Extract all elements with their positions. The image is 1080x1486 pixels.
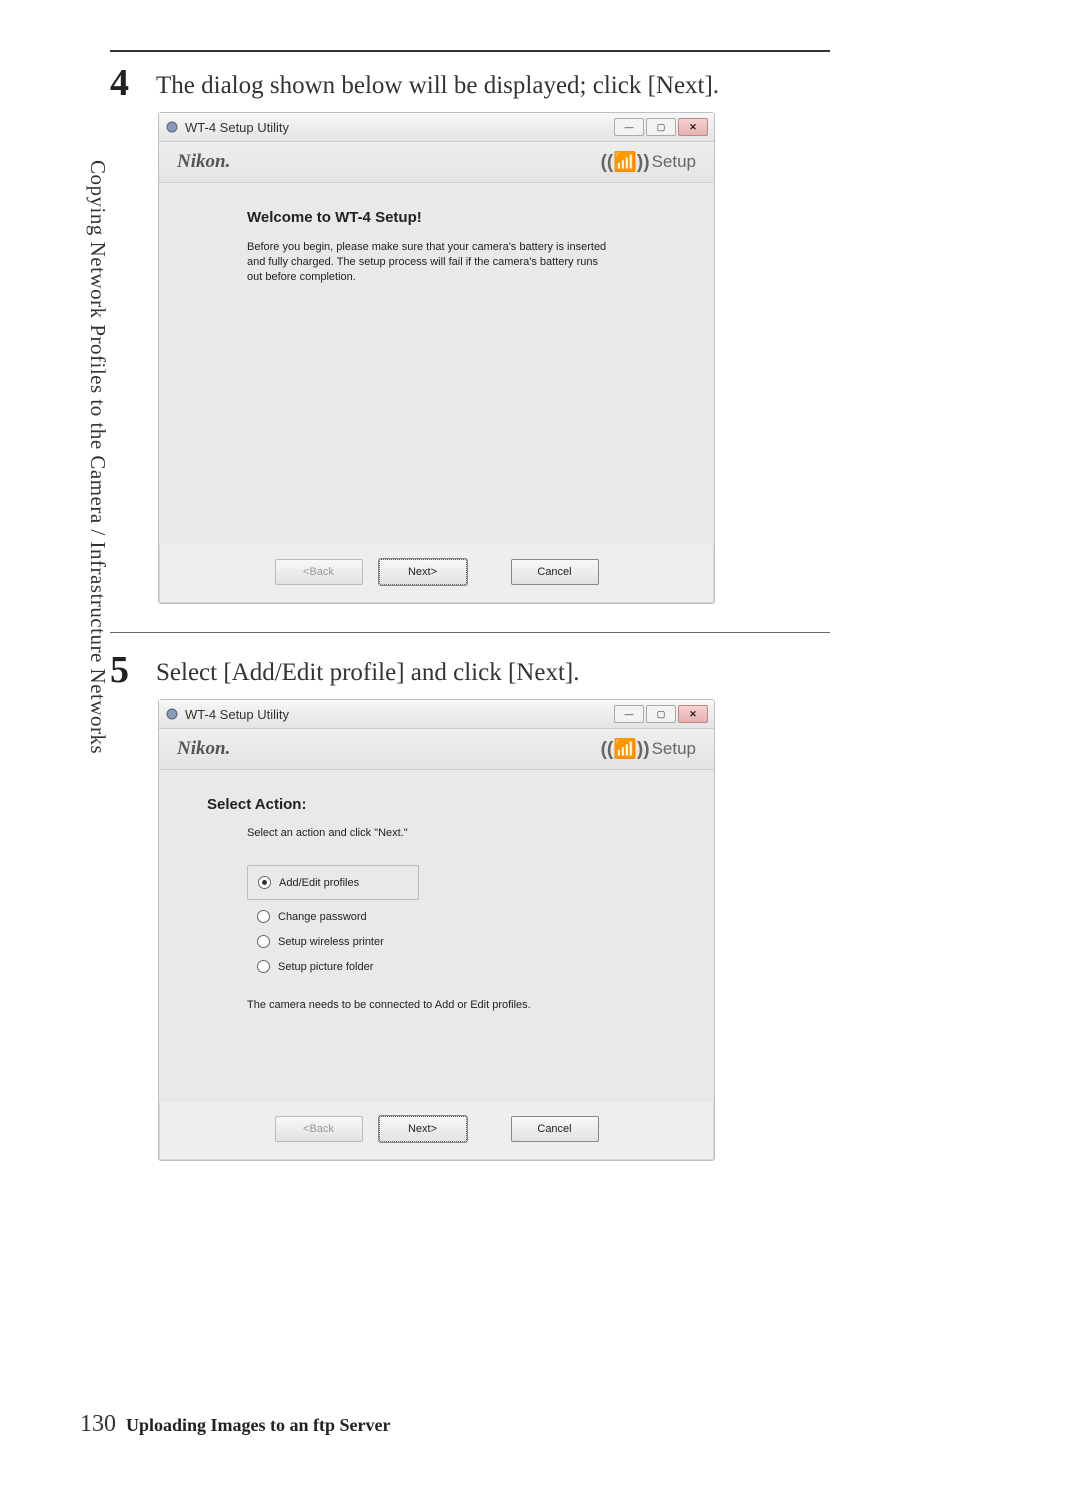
titlebar: WT-4 Setup Utility — ▢ ✕	[159, 113, 714, 142]
minimize-button[interactable]: —	[614, 705, 644, 723]
dialog-select-action: WT-4 Setup Utility — ▢ ✕ Nikon. ((📶)) Se…	[158, 699, 715, 1161]
close-button[interactable]: ✕	[678, 705, 708, 723]
step-5: 5 Select [Add/Edit profile] and click [N…	[110, 651, 830, 689]
back-button: <Back	[275, 1116, 363, 1142]
close-button[interactable]: ✕	[678, 118, 708, 136]
next-button[interactable]: Next>	[379, 1116, 467, 1142]
radio-icon	[257, 935, 270, 948]
maximize-button[interactable]: ▢	[646, 705, 676, 723]
radio-selected-frame: Add/Edit profiles	[247, 865, 419, 900]
radio-icon	[257, 960, 270, 973]
radio-setup-picture-folder[interactable]: Setup picture folder	[247, 954, 688, 979]
radio-add-edit-profiles[interactable]: Add/Edit profiles	[258, 876, 408, 889]
radio-icon	[258, 876, 271, 889]
radio-change-password[interactable]: Change password	[247, 904, 688, 929]
window-title: WT-4 Setup Utility	[185, 120, 608, 135]
setup-label: Setup	[652, 739, 696, 759]
button-row: <Back Next> Cancel	[159, 545, 714, 603]
radio-label: Setup wireless printer	[278, 936, 384, 948]
antenna-icon: ((📶))	[601, 150, 650, 174]
window-controls: — ▢ ✕	[614, 705, 708, 723]
page-footer: 130 Uploading Images to an ftp Server	[80, 1411, 391, 1438]
step-text-5: Select [Add/Edit profile] and click [Nex…	[156, 651, 579, 688]
radio-label: Setup picture folder	[278, 961, 373, 973]
back-button: <Back	[275, 559, 363, 585]
minimize-button[interactable]: —	[614, 118, 644, 136]
side-running-head: Copying Network Profiles to the Camera /…	[85, 160, 110, 754]
footer-title: Uploading Images to an ftp Server	[126, 1415, 391, 1436]
window-title: WT-4 Setup Utility	[185, 707, 608, 722]
radio-setup-wireless-printer[interactable]: Setup wireless printer	[247, 929, 688, 954]
step-number-4: 4	[110, 64, 138, 102]
setup-logo: ((📶)) Setup	[601, 737, 696, 761]
dialog-heading: Select Action:	[207, 796, 688, 813]
window-controls: — ▢ ✕	[614, 118, 708, 136]
step-text-4: The dialog shown below will be displayed…	[156, 64, 719, 101]
cancel-button[interactable]: Cancel	[511, 559, 599, 585]
app-icon	[165, 120, 179, 134]
step-number-5: 5	[110, 651, 138, 689]
button-row: <Back Next> Cancel	[159, 1102, 714, 1160]
app-icon	[165, 707, 179, 721]
dialog-heading: Welcome to WT-4 Setup!	[247, 209, 688, 226]
cancel-button[interactable]: Cancel	[511, 1116, 599, 1142]
page-number: 130	[80, 1411, 116, 1438]
radio-label: Change password	[278, 911, 367, 923]
maximize-button[interactable]: ▢	[646, 118, 676, 136]
dialog-body: Before you begin, please make sure that …	[247, 240, 607, 285]
radio-icon	[257, 910, 270, 923]
brand-logo: Nikon.	[177, 151, 230, 173]
antenna-icon: ((📶))	[601, 737, 650, 761]
dialog-subheading: Select an action and click "Next."	[247, 827, 688, 839]
brand-logo: Nikon.	[177, 738, 230, 760]
next-button[interactable]: Next>	[379, 559, 467, 585]
radio-label: Add/Edit profiles	[279, 877, 359, 889]
titlebar: WT-4 Setup Utility — ▢ ✕	[159, 700, 714, 729]
dialog-welcome: WT-4 Setup Utility — ▢ ✕ Nikon. ((📶)) Se…	[158, 112, 715, 604]
setup-label: Setup	[652, 152, 696, 172]
setup-logo: ((📶)) Setup	[601, 150, 696, 174]
step-4: 4 The dialog shown below will be display…	[110, 64, 830, 102]
dialog-note: The camera needs to be connected to Add …	[247, 999, 688, 1011]
